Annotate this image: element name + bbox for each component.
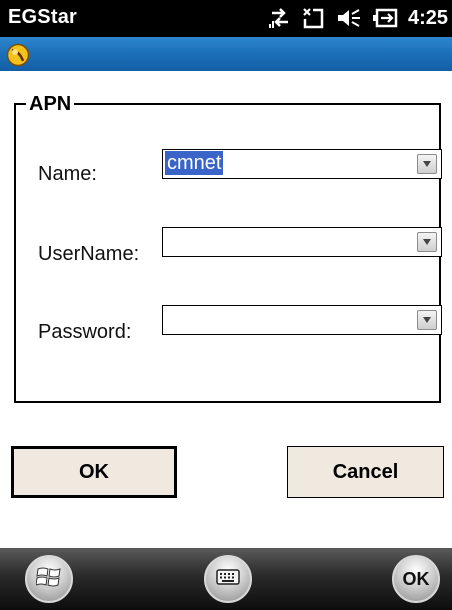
status-bar: EGStar 4:25 (0, 0, 452, 37)
name-value[interactable]: cmnet (165, 151, 224, 175)
start-button[interactable] (25, 555, 73, 603)
keyboard-button[interactable] (204, 555, 252, 603)
app-title: EGStar (8, 6, 78, 28)
volume-icon[interactable] (336, 7, 362, 29)
chevron-down-icon[interactable] (417, 232, 437, 252)
windows-logo-icon (35, 565, 62, 594)
taskbar: OK (0, 548, 452, 610)
title-strip (0, 37, 452, 71)
status-icons: 4:25 (268, 4, 448, 32)
clock[interactable]: 4:25 (408, 7, 448, 30)
apn-settings-screen: EGStar 4:25 APN Name: cmnet UserName: Pa… (0, 0, 452, 610)
name-combobox[interactable]: cmnet (162, 149, 442, 179)
password-label: Password: (38, 321, 132, 343)
password-combobox[interactable] (162, 305, 442, 335)
cancel-button[interactable]: Cancel (287, 446, 444, 498)
ok-button[interactable]: OK (11, 446, 177, 498)
battery-icon[interactable] (372, 7, 398, 29)
username-label: UserName: (38, 243, 140, 265)
username-combobox[interactable] (162, 227, 442, 257)
signal-off-icon[interactable] (302, 7, 326, 29)
keyboard-icon (216, 568, 240, 590)
name-label: Name: (38, 163, 97, 185)
chevron-down-icon[interactable] (417, 310, 437, 330)
groupbox-title: APN (26, 92, 75, 116)
data-connection-icon[interactable] (268, 7, 292, 29)
chevron-down-icon[interactable] (417, 154, 437, 174)
taskbar-ok-button[interactable]: OK (392, 555, 440, 603)
start-orb-icon[interactable] (6, 43, 30, 72)
apn-groupbox: APN Name: cmnet UserName: Password: (14, 92, 442, 403)
